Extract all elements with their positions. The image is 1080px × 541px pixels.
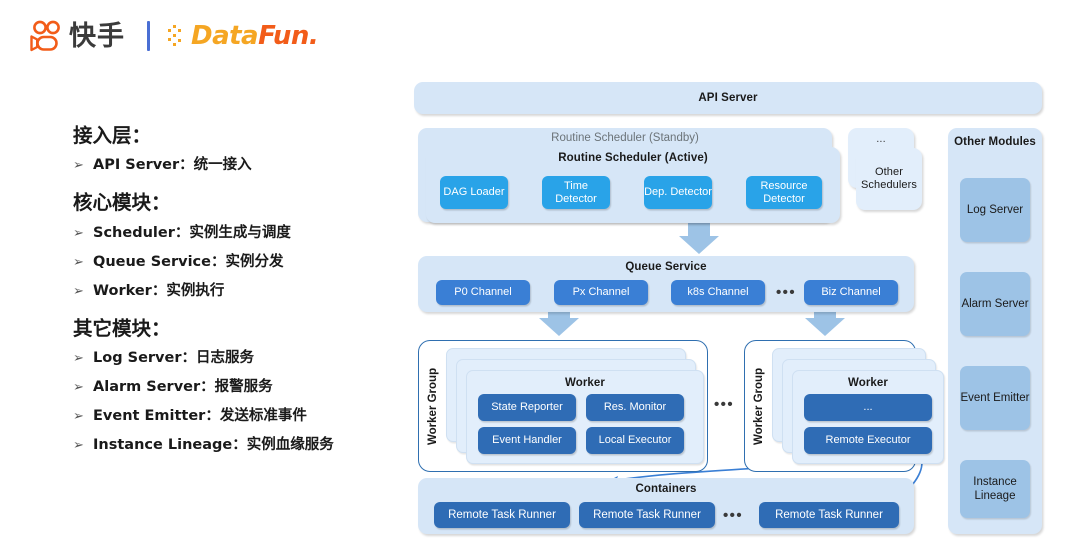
outline-item-label: Queue Service：实例分发 bbox=[93, 253, 284, 270]
api-server-title: API Server bbox=[698, 92, 758, 104]
outline-section-title-2: 其它模块： bbox=[73, 316, 171, 340]
containers-ellipsis: ••• bbox=[723, 506, 743, 524]
outline-item-label: Alarm Server：报警服务 bbox=[93, 379, 273, 396]
remote-task-runner-3[interactable]: Remote Task Runner bbox=[759, 502, 899, 528]
other-schedulers-label: Other Schedulers bbox=[860, 166, 918, 191]
architecture-diagram: API Server Routine Scheduler (Standby) R… bbox=[414, 82, 1058, 537]
outline-section-title-1: 核心模块： bbox=[73, 191, 171, 215]
containers-title: Containers bbox=[635, 483, 697, 495]
outline-item-1-2: ➢ Worker：实例执行 bbox=[73, 281, 403, 301]
outline-item-label: Worker：实例执行 bbox=[93, 282, 225, 299]
page-header: 快手 Data Fun. bbox=[30, 14, 319, 58]
outline-item-label: Instance Lineage：实例血缘服务 bbox=[93, 437, 334, 454]
datafun-wordmark-fun: Fun. bbox=[258, 21, 319, 51]
worker-component-state-reporter[interactable]: State Reporter bbox=[478, 394, 576, 421]
other-schedulers-ellipsis: ... bbox=[876, 133, 886, 145]
datafun-logo: Data Fun. bbox=[168, 21, 319, 51]
bullet-arrow-icon: ➢ bbox=[73, 350, 84, 366]
other-schedulers-card[interactable]: Other Schedulers bbox=[856, 148, 922, 210]
worker-group-left-label: Worker Group bbox=[427, 367, 439, 445]
bullet-arrow-icon: ➢ bbox=[73, 157, 84, 173]
queue-channels-ellipsis: ••• bbox=[776, 284, 796, 301]
outline-item-0-0: ➢ API Server：统一接入 bbox=[73, 155, 403, 175]
stage-resource-detector[interactable]: Resource Detector bbox=[746, 176, 822, 209]
other-modules-title: Other Modules bbox=[954, 136, 1036, 148]
api-server-panel[interactable]: API Server bbox=[414, 82, 1042, 114]
kuaishou-mark-icon bbox=[30, 20, 60, 52]
outline-item-label: Scheduler：实例生成与调度 bbox=[93, 224, 291, 241]
bullet-arrow-icon: ➢ bbox=[73, 282, 84, 298]
worker-right-title: Worker bbox=[847, 377, 888, 389]
outline-section-title-0: 接入层： bbox=[73, 124, 152, 147]
stage-dep-detector[interactable]: Dep. Detector bbox=[644, 176, 712, 209]
datafun-wordmark-data: Data bbox=[191, 21, 259, 51]
channel-px[interactable]: Px Channel bbox=[554, 280, 648, 305]
bullet-arrow-icon: ➢ bbox=[73, 253, 84, 269]
outline-item-label: API Server：统一接入 bbox=[93, 157, 252, 174]
outline-item-2-2: ➢ Event Emitter：发送标准事件 bbox=[73, 406, 403, 426]
worker-component-event-handler[interactable]: Event Handler bbox=[478, 427, 576, 454]
module-log-server[interactable]: Log Server bbox=[960, 178, 1030, 242]
routine-scheduler-standby-title: Routine Scheduler (Standby) bbox=[551, 132, 699, 144]
kuaishou-wordmark: 快手 bbox=[69, 20, 125, 52]
worker-component-local-executor[interactable]: Local Executor bbox=[586, 427, 684, 454]
channel-p0[interactable]: P0 Channel bbox=[436, 280, 530, 305]
outline-item-1-0: ➢ Scheduler：实例生成与调度 bbox=[73, 223, 403, 243]
outline-panel: 接入层： ➢ API Server：统一接入 核心模块： ➢ Scheduler… bbox=[73, 124, 403, 464]
stage-dag-loader[interactable]: DAG Loader bbox=[440, 176, 508, 209]
bullet-arrow-icon: ➢ bbox=[73, 408, 84, 424]
logo-divider bbox=[147, 21, 150, 51]
outline-item-label: Event Emitter：发送标准事件 bbox=[93, 408, 307, 425]
worker-right-component-remote-executor[interactable]: Remote Executor bbox=[804, 427, 932, 454]
channel-k8s[interactable]: k8s Channel bbox=[671, 280, 765, 305]
datafun-dots-icon bbox=[168, 25, 181, 46]
outline-item-2-1: ➢ Alarm Server：报警服务 bbox=[73, 377, 403, 397]
outline-item-2-0: ➢ Log Server：日志服务 bbox=[73, 348, 403, 368]
bullet-arrow-icon: ➢ bbox=[73, 379, 84, 395]
module-instance-lineage[interactable]: Instance Lineage bbox=[960, 460, 1030, 518]
worker-group-right-label: Worker Group bbox=[753, 367, 765, 445]
queue-service-title: Queue Service bbox=[625, 261, 707, 273]
remote-task-runner-2[interactable]: Remote Task Runner bbox=[579, 502, 715, 528]
kuaishou-logo: 快手 bbox=[30, 20, 125, 52]
outline-item-2-3: ➢ Instance Lineage：实例血缘服务 bbox=[73, 435, 403, 455]
module-event-emitter[interactable]: Event Emitter bbox=[960, 366, 1030, 430]
worker-groups-ellipsis: ••• bbox=[714, 396, 734, 413]
outline-item-label: Log Server：日志服务 bbox=[93, 350, 254, 367]
bullet-arrow-icon: ➢ bbox=[73, 437, 84, 453]
remote-task-runner-1[interactable]: Remote Task Runner bbox=[434, 502, 570, 528]
stage-time-detector[interactable]: Time Detector bbox=[542, 176, 610, 209]
worker-component-res-monitor[interactable]: Res. Monitor bbox=[586, 394, 684, 421]
worker-right-component-ellipsis[interactable]: ... bbox=[804, 394, 932, 421]
worker-left-title: Worker bbox=[564, 377, 605, 389]
routine-scheduler-active-title: Routine Scheduler (Active) bbox=[558, 152, 708, 164]
module-alarm-server[interactable]: Alarm Server bbox=[960, 272, 1030, 336]
bullet-arrow-icon: ➢ bbox=[73, 224, 84, 240]
channel-biz[interactable]: Biz Channel bbox=[804, 280, 898, 305]
outline-item-1-1: ➢ Queue Service：实例分发 bbox=[73, 252, 403, 272]
